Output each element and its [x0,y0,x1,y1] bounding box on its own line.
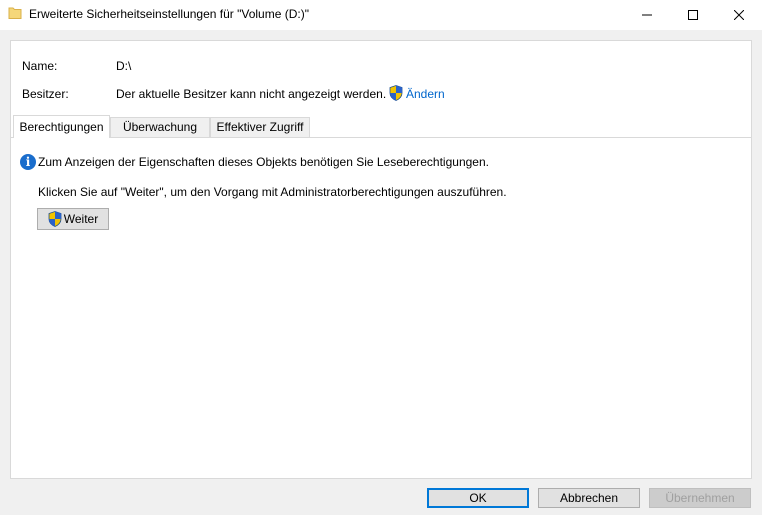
tab-strip-divider [11,137,751,138]
tab-berechtigungen[interactable]: Berechtigungen [13,115,110,138]
minimize-button[interactable] [624,0,670,30]
uac-shield-icon [48,211,62,227]
apply-button[interactable]: Übernehmen [649,488,751,508]
name-label: Name: [22,59,58,73]
uac-shield-icon [389,85,403,101]
continue-button[interactable]: Weiter [37,208,109,230]
info-message: Zum Anzeigen der Eigenschaften dieses Ob… [38,155,489,169]
change-owner-link[interactable]: Ändern [406,87,445,101]
title-bar: Erweiterte Sicherheitseinstellungen für … [0,0,762,30]
maximize-button[interactable] [670,0,716,30]
instruction-text: Klicken Sie auf "Weiter", um den Vorgang… [38,185,507,199]
tab-effektiver-zugriff[interactable]: Effektiver Zugriff [210,117,310,137]
cancel-button[interactable]: Abbrechen [538,488,640,508]
continue-button-label: Weiter [63,212,99,226]
tab-ueberwachung[interactable]: Überwachung [110,117,210,137]
close-button[interactable] [716,0,762,30]
close-icon [734,10,744,20]
owner-value: Der aktuelle Besitzer kann nicht angezei… [116,87,387,101]
minimize-icon [642,14,652,16]
info-icon: i [20,154,36,170]
owner-label: Besitzer: [22,87,69,101]
window-title: Erweiterte Sicherheitseinstellungen für … [29,7,309,21]
main-panel: Name: D:\ Besitzer: Der aktuelle Besitze… [10,40,752,479]
maximize-icon [688,10,698,20]
folder-icon [8,7,22,19]
name-value: D:\ [116,59,132,73]
ok-button[interactable]: OK [427,488,529,508]
